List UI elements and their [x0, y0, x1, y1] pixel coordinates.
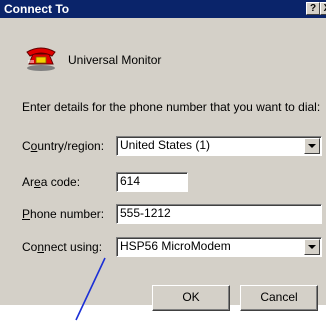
callout-pointer-line [75, 257, 106, 321]
annotation-line [75, 257, 106, 321]
